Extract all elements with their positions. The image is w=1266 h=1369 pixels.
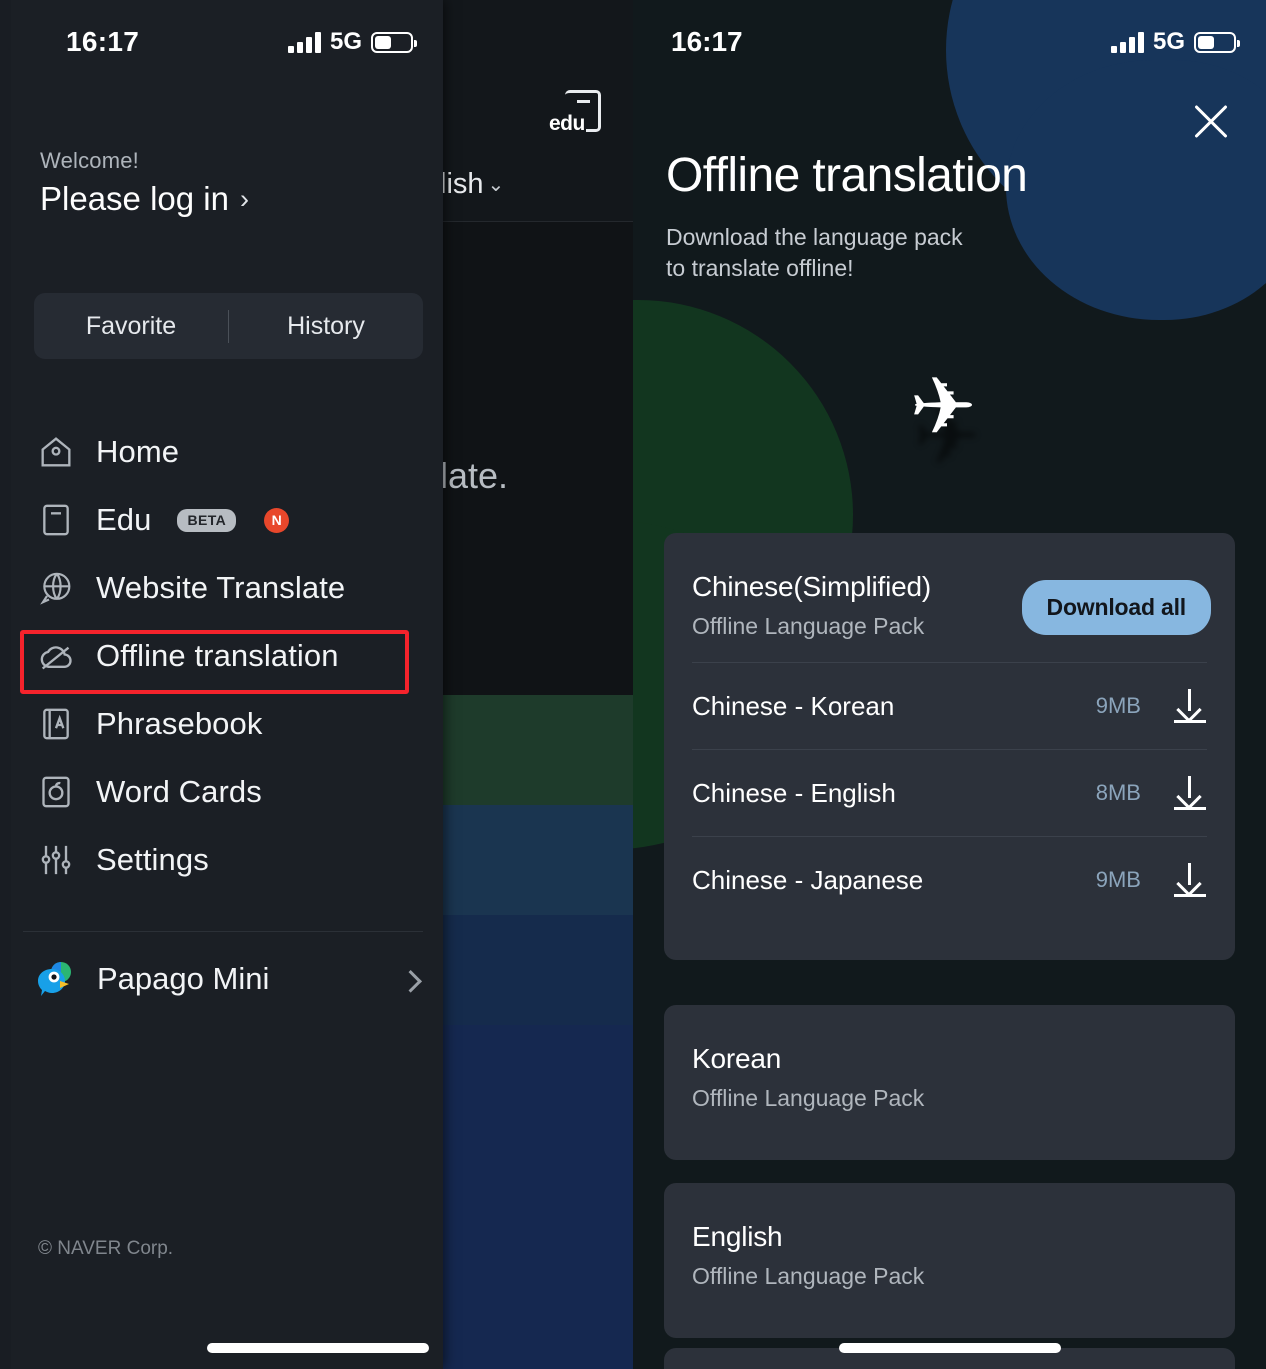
chevron-right-icon [399,970,422,993]
sidebar-item-offline-translation[interactable]: Offline translation [0,622,443,690]
sidebar-item-label: Home [96,434,180,469]
language-pair-size: 9MB [1095,867,1141,892]
sidebar-item-label: Word Cards [96,774,262,809]
list-item[interactable]: Chinese - Japanese 9MB [692,836,1207,923]
status-time: 16:17 [66,26,140,57]
globe-icon [36,568,76,608]
papago-mini-entry[interactable]: Papago Mini [0,945,443,1013]
network-type-label: 5G [1152,28,1185,55]
greeting-label: Welcome! [40,148,139,173]
sidebar-item-label: Offline translation [96,638,339,673]
sidebar-item-word-cards[interactable]: Word Cards [0,758,443,826]
close-icon[interactable] [1182,92,1240,150]
sliders-icon [36,840,76,880]
status-badge-beta: BETA [177,508,237,532]
page-subtitle-line-2: to translate offline! [666,254,854,281]
language-pack-card-chinese: Chinese(Simplified) Offline Language Pac… [664,533,1235,960]
card-title: English [692,1221,783,1252]
edu-label: edu [549,112,586,136]
home-icon [36,432,76,472]
card-header: Korean Offline Language Pack [664,1005,1235,1112]
language-pair-size: 8MB [1095,780,1141,805]
signal-bars-icon [287,31,321,53]
sidebar-item-label: Edu [96,502,152,537]
sidebar-item-phrasebook[interactable]: Phrasebook [0,690,443,758]
language-pair-size: 9MB [1095,693,1141,718]
background-language-selector[interactable]: lish ⌄ [440,168,504,201]
background-block-green [440,695,633,805]
page-subtitle-line-1: Download the language pack [666,224,963,250]
status-indicators: 5G [287,28,417,56]
language-pair-list: Chinese - Korean 9MB Chinese - English 8… [664,662,1235,923]
language-pair-name: Chinese - Korean [692,690,895,721]
tab-history[interactable]: History [229,312,423,341]
account-block: Welcome! Please log in › [40,148,249,218]
chevron-right-icon: › [239,183,249,214]
download-icon[interactable] [1173,689,1207,723]
background-block-blue-3 [440,1025,633,1369]
screenshot-root: edu lish ⌄ late. 16:17 5G Welcome! Pleas… [0,0,1266,1369]
status-indicators: 5G [1110,28,1240,56]
right-status-bar: 16:17 5G [633,0,1266,84]
download-icon[interactable] [1173,776,1207,810]
language-pack-card-english[interactable]: English Offline Language Pack [664,1183,1235,1338]
favorite-history-segmented-control: Favorite History [34,293,423,359]
battery-icon [371,31,417,53]
edu-dash [577,100,590,103]
right-phone-screen: 16:17 5G Offline translation Download th… [633,0,1266,1369]
home-indicator[interactable] [207,1343,429,1353]
tab-favorite[interactable]: Favorite [34,312,228,341]
list-item[interactable]: Chinese - English 8MB [692,749,1207,836]
background-text-fragment: late. [440,455,509,496]
papago-parrot-icon [34,957,78,1001]
card-subtitle: Offline Language Pack [692,1085,925,1111]
airplane-icon: ✈ [909,362,977,451]
drawer-nav-list: Home Edu BETA N Website Translate Offlin… [0,418,443,894]
language-pack-card-korean[interactable]: Korean Offline Language Pack [664,1005,1235,1160]
login-button[interactable]: Please log in › [40,180,249,218]
word-cards-icon [36,772,76,812]
sidebar-item-label: Phrasebook [96,706,263,741]
background-block-blue-1 [440,805,633,915]
sidebar-item-home[interactable]: Home [0,418,443,486]
card-subtitle: Offline Language Pack [692,1263,925,1289]
left-phone-screen: edu lish ⌄ late. 16:17 5G Welcome! Pleas… [0,0,633,1369]
phrasebook-icon [36,704,76,744]
page-title: Offline translation [666,149,1028,202]
cloud-offline-icon [36,636,76,676]
copyright-label: © NAVER Corp. [38,1238,174,1259]
signal-bars-icon [1110,31,1144,53]
edu-book-icon [36,500,76,540]
language-pair-name: Chinese - English [692,777,896,808]
chevron-down-icon: ⌄ [487,174,505,196]
left-status-bar: 16:17 5G [0,0,443,84]
background-language-label: lish [440,168,484,200]
sidebar-item-edu[interactable]: Edu BETA N [0,486,443,554]
login-label: Please log in [40,180,229,217]
list-item[interactable]: Chinese - Korean 9MB [692,662,1207,749]
papago-mini-label: Papago Mini [97,961,270,996]
sidebar-item-label: Settings [96,842,209,877]
background-block-blue-2 [440,915,633,1025]
background-app-topbar: edu lish ⌄ [440,0,633,222]
download-all-button[interactable]: Download all [1021,580,1211,635]
card-header: English Offline Language Pack [664,1183,1235,1290]
battery-icon [1194,31,1240,53]
side-drawer: 16:17 5G Welcome! Please log in › Favori… [0,0,443,1369]
sidebar-item-website-translate[interactable]: Website Translate [0,554,443,622]
sidebar-item-settings[interactable]: Settings [0,826,443,894]
sidebar-item-label: Website Translate [96,570,346,605]
edu-icon: edu [549,90,601,138]
download-icon[interactable] [1173,863,1207,897]
card-title: Korean [692,1043,782,1074]
home-indicator[interactable] [839,1343,1061,1353]
language-pair-name: Chinese - Japanese [692,864,924,895]
page-subtitle: Download the language pack to translate … [666,222,963,283]
network-type-label: 5G [329,28,362,55]
status-time: 16:17 [671,26,743,57]
drawer-divider [23,931,423,932]
background-app-strip: edu lish ⌄ late. [440,0,633,1369]
card-header: Chinese(Simplified) Offline Language Pac… [664,533,1235,640]
status-badge-new: N [264,507,290,533]
